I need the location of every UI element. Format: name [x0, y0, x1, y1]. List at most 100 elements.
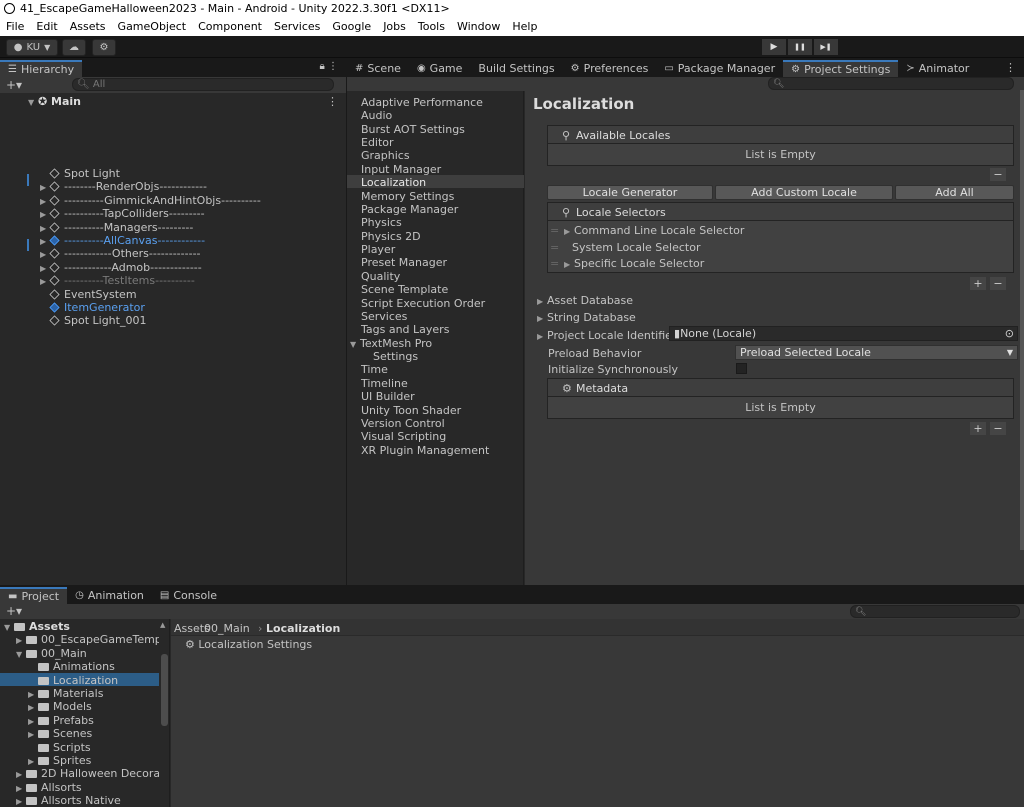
- chevron-right-icon[interactable]: ▶: [28, 688, 38, 700]
- chevron-right-icon[interactable]: ▶: [40, 275, 50, 288]
- drag-handle-icon[interactable]: =: [550, 241, 559, 254]
- chevron-right-icon[interactable]: ▶: [28, 728, 38, 740]
- project-locale-field[interactable]: ▮None (Locale) ⊙: [669, 326, 1018, 341]
- chevron-down-icon[interactable]: ▼: [16, 648, 26, 660]
- settings-item-adaptive-performance[interactable]: Adaptive Performance: [361, 96, 483, 109]
- scroll-up-icon[interactable]: ▲: [160, 621, 165, 629]
- tab-project[interactable]: ▬ Project: [0, 587, 68, 604]
- create-asset-button[interactable]: +▾: [6, 604, 22, 618]
- tab-package-manager[interactable]: ▭ Package Manager: [656, 60, 783, 77]
- menu-item-jobs[interactable]: Jobs: [377, 20, 412, 33]
- settings-item-timeline[interactable]: Timeline: [361, 377, 408, 390]
- hierarchy-item[interactable]: ItemGenerator: [40, 301, 145, 314]
- tab-animator[interactable]: ≻ Animator: [898, 60, 977, 77]
- settings-item-services[interactable]: Services: [361, 310, 407, 323]
- collab-button[interactable]: ⚙: [92, 39, 116, 56]
- menu-item-edit[interactable]: Edit: [30, 20, 63, 33]
- menu-item-help[interactable]: Help: [506, 20, 543, 33]
- chevron-right-icon[interactable]: ▶: [40, 181, 50, 194]
- chevron-right-icon[interactable]: ▶: [16, 782, 26, 794]
- settings-item-ui-builder[interactable]: UI Builder: [361, 390, 415, 403]
- selector-item[interactable]: ▶ Specific Locale Selector: [564, 257, 704, 270]
- breadcrumb-item[interactable]: Localization: [266, 622, 340, 635]
- project-tree-item[interactable]: Localization: [28, 674, 118, 687]
- hierarchy-item[interactable]: ▶ ------------Admob-------------: [40, 261, 202, 274]
- chevron-right-icon[interactable]: ▶: [40, 262, 50, 275]
- window-resize-edge[interactable]: [1020, 90, 1024, 550]
- hierarchy-item[interactable]: EventSystem: [40, 288, 137, 301]
- settings-item-tags-and-layers[interactable]: Tags and Layers: [361, 323, 449, 336]
- menu-item-services[interactable]: Services: [268, 20, 326, 33]
- project-tree-item[interactable]: ▶ Models: [28, 700, 92, 713]
- settings-item-visual-scripting[interactable]: Visual Scripting: [361, 430, 446, 443]
- more-options-icon[interactable]: ⋮: [1005, 61, 1016, 74]
- project-tree-item[interactable]: ▶ Allsorts: [16, 781, 82, 794]
- selector-item[interactable]: System Locale Selector: [572, 241, 700, 254]
- hierarchy-item[interactable]: ▶ ----------Managers---------: [40, 221, 193, 234]
- project-tree-item[interactable]: ▶ Scenes: [28, 727, 92, 740]
- settings-item-textmesh-pro[interactable]: ▼ TextMesh Pro: [350, 337, 432, 350]
- remove-metadata-button[interactable]: −: [990, 422, 1006, 435]
- project-tree-item[interactable]: ▶ Sprites: [28, 754, 91, 767]
- settings-item-player[interactable]: Player: [361, 243, 395, 256]
- drag-handle-icon[interactable]: =: [550, 224, 559, 237]
- add-all-button[interactable]: Add All: [895, 185, 1014, 200]
- project-tree-item[interactable]: Animations: [28, 660, 115, 673]
- settings-search-input[interactable]: 🔍︎: [768, 77, 1014, 90]
- project-tree-item[interactable]: ▶ Materials: [28, 687, 103, 700]
- settings-item-preset-manager[interactable]: Preset Manager: [361, 256, 447, 269]
- hierarchy-item[interactable]: Spot Light_001: [40, 314, 146, 327]
- project-tree-item[interactable]: ▶ Allsorts Native: [16, 794, 121, 807]
- settings-item-xr-plugin-management[interactable]: XR Plugin Management: [361, 444, 489, 457]
- chevron-right-icon[interactable]: ▶: [16, 634, 26, 646]
- remove-locale-button[interactable]: −: [990, 168, 1006, 181]
- initialize-sync-checkbox[interactable]: [736, 363, 747, 374]
- settings-item-graphics[interactable]: Graphics: [361, 149, 410, 162]
- settings-item-physics[interactable]: Physics: [361, 216, 402, 229]
- project-locale-identifier-foldout[interactable]: ▶ Project Locale Identifier: [537, 329, 676, 342]
- chevron-right-icon[interactable]: ▶: [28, 715, 38, 727]
- asset-item[interactable]: ⚙ Localization Settings: [185, 638, 312, 651]
- settings-item-unity-toon-shader[interactable]: Unity Toon Shader: [361, 404, 461, 417]
- settings-item-burst-aot-settings[interactable]: Burst AOT Settings: [361, 123, 465, 136]
- tree-scrollbar[interactable]: [161, 654, 168, 726]
- menu-item-assets[interactable]: Assets: [64, 20, 112, 33]
- tab-project-settings[interactable]: ⚙ Project Settings: [783, 60, 899, 77]
- tab-animation[interactable]: ◷ Animation: [67, 587, 152, 604]
- selector-item[interactable]: ▶ Command Line Locale Selector: [564, 224, 744, 237]
- chevron-right-icon[interactable]: ▶: [40, 222, 50, 235]
- tab-scene[interactable]: # Scene: [347, 60, 409, 77]
- chevron-right-icon[interactable]: ▶: [40, 195, 50, 208]
- project-tree-item[interactable]: ▶ 2D Halloween Decoration: [16, 767, 159, 780]
- settings-item-time[interactable]: Time: [361, 363, 388, 376]
- drag-handle-icon[interactable]: =: [550, 257, 559, 270]
- menu-item-gameobject[interactable]: GameObject: [112, 20, 193, 33]
- project-tree-item[interactable]: ▼ 00_Main: [16, 647, 87, 660]
- step-button[interactable]: ▶❚: [814, 39, 838, 55]
- play-button[interactable]: ▶: [762, 39, 786, 55]
- hierarchy-item[interactable]: ▶ ----------TestItems----------: [40, 274, 195, 287]
- project-search-input[interactable]: 🔍︎: [850, 605, 1020, 618]
- create-button[interactable]: +▾: [6, 78, 22, 92]
- menu-item-tools[interactable]: Tools: [412, 20, 451, 33]
- hierarchy-item[interactable]: Spot Light: [40, 167, 120, 180]
- add-selector-button[interactable]: +: [970, 277, 986, 290]
- settings-item-scene-template[interactable]: Scene Template: [361, 283, 448, 296]
- chevron-right-icon[interactable]: ▶: [16, 768, 26, 780]
- hierarchy-search-input[interactable]: 🔍︎ All: [72, 78, 334, 91]
- project-tree-item[interactable]: Scripts: [28, 741, 91, 754]
- tab-game[interactable]: ◉ Game: [409, 60, 470, 77]
- hierarchy-item[interactable]: ▶ ----------GimmickAndHintObjs----------: [40, 194, 261, 207]
- asset-database-foldout[interactable]: ▶ Asset Database: [537, 294, 633, 307]
- tab-hierarchy[interactable]: ☰ Hierarchy: [0, 60, 83, 77]
- settings-item-script-execution-order[interactable]: Script Execution Order: [361, 297, 485, 310]
- add-metadata-button[interactable]: +: [970, 422, 986, 435]
- account-dropdown[interactable]: ● KU ▼: [6, 39, 58, 56]
- tab-console[interactable]: ▤ Console: [152, 587, 225, 604]
- settings-item-memory-settings[interactable]: Memory Settings: [361, 190, 454, 203]
- settings-item-physics-2d[interactable]: Physics 2D: [361, 230, 421, 243]
- chevron-right-icon[interactable]: ▶: [40, 235, 50, 248]
- hierarchy-item[interactable]: ▶ ----------TapColliders---------: [40, 207, 205, 220]
- scene-root[interactable]: ▼ ✪ Main: [28, 95, 81, 108]
- object-picker-icon[interactable]: ⊙: [1005, 327, 1014, 340]
